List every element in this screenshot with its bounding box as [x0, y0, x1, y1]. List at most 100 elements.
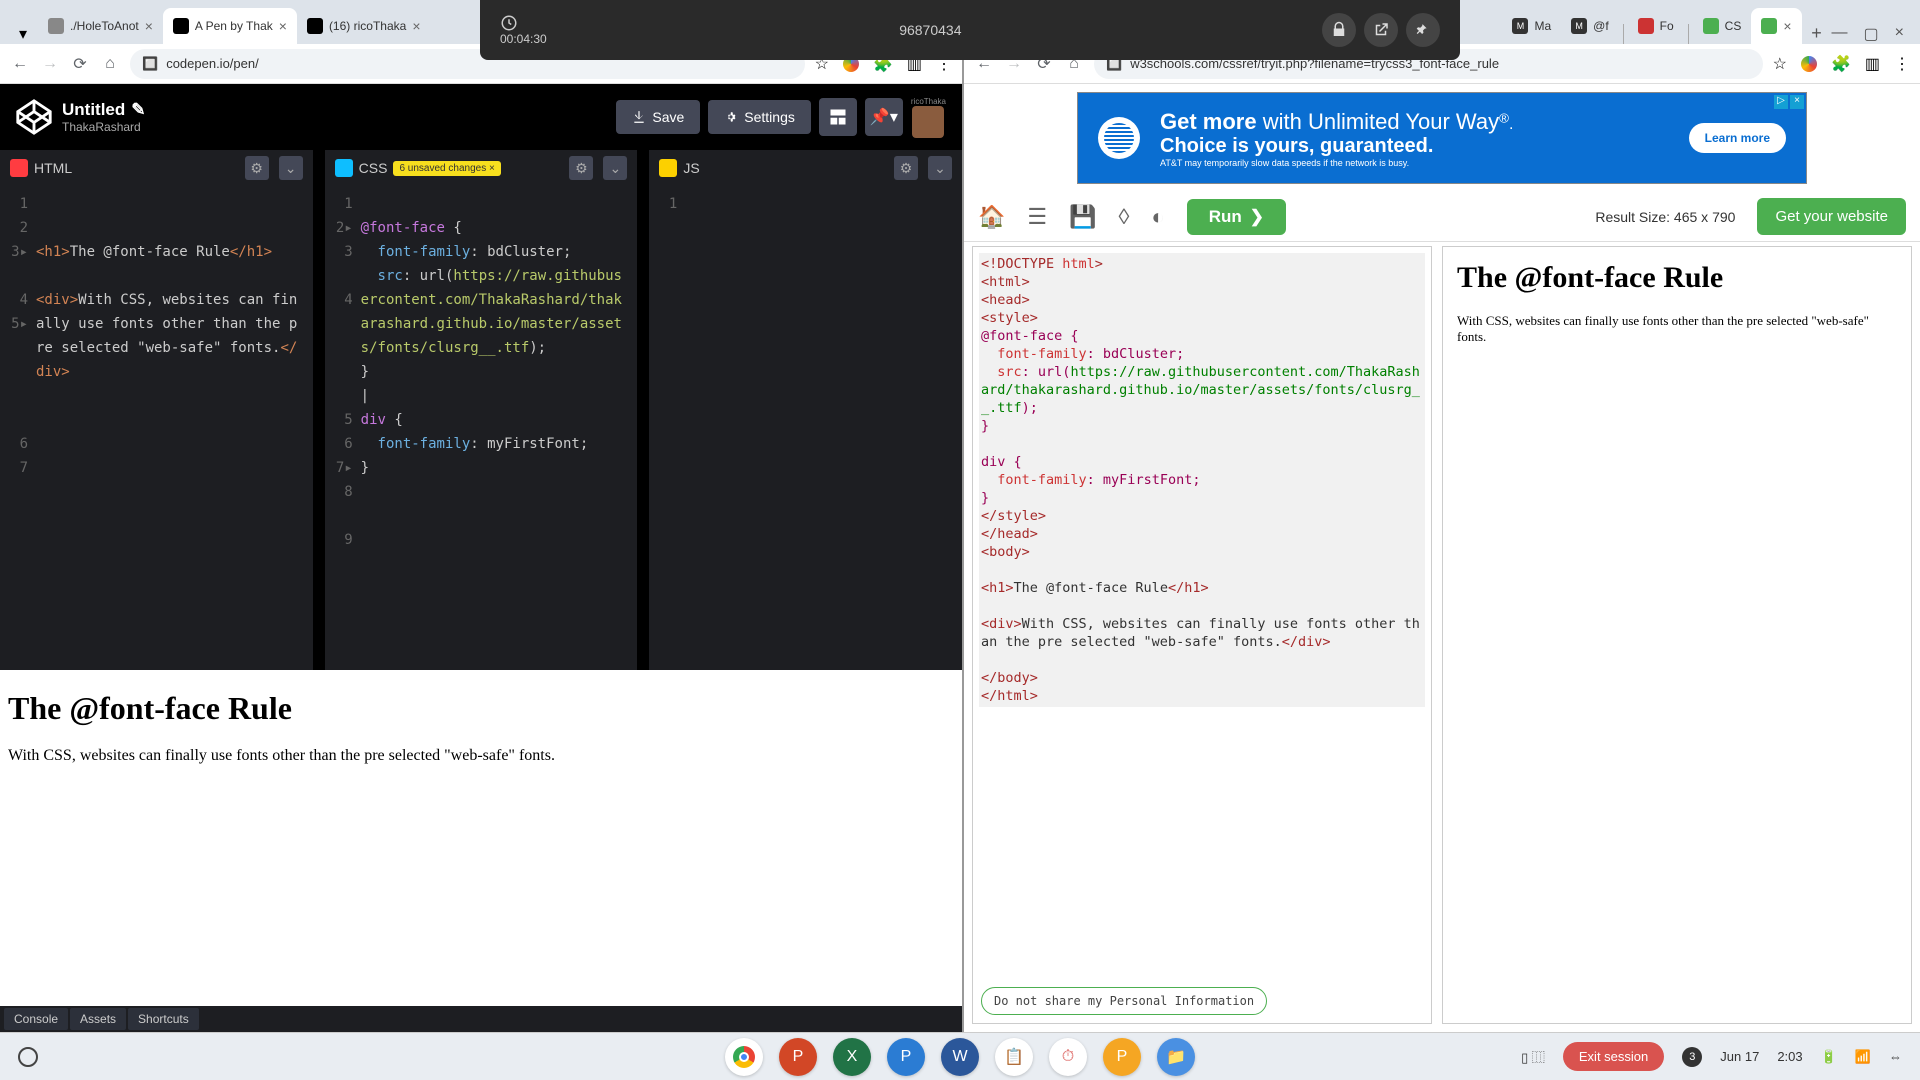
pin-dropdown-button[interactable]: 📌▾ — [865, 98, 903, 136]
preview-heading: The @font-face Rule — [8, 690, 954, 727]
pages-icon[interactable]: ▯ ⿲ — [1521, 1047, 1545, 1066]
excel-icon[interactable]: X — [833, 1038, 871, 1076]
word-icon[interactable]: W — [941, 1038, 979, 1076]
chrome-icon[interactable] — [725, 1038, 763, 1076]
js-code-area[interactable]: 1 — [649, 186, 962, 670]
tab-shortcuts[interactable]: Shortcuts — [128, 1008, 199, 1030]
ad-cta-button[interactable]: Learn more — [1689, 123, 1786, 153]
css-editor: CSS 6 unsaved changes × ⚙ ⌄ 12▸34567▸89 … — [325, 150, 650, 670]
forward-icon[interactable]: → — [40, 54, 60, 74]
save-button[interactable]: Save — [616, 100, 700, 134]
editor-panes: HTML ⚙ ⌄ 123▸45▸67 <h1>The @font-face Ru… — [0, 150, 962, 670]
close-icon[interactable]: × — [1783, 18, 1791, 34]
clock-icon — [500, 14, 518, 32]
privacy-chip[interactable]: Do not share my Personal Information — [981, 987, 1267, 1015]
ad-subhead: Choice is yours, guaranteed. — [1160, 135, 1689, 158]
session-timer: 00:04:30 — [500, 32, 547, 46]
chevron-down-icon[interactable]: ⌄ — [603, 156, 627, 180]
star-icon[interactable]: ☆ — [1773, 54, 1787, 74]
tab-fo[interactable]: Fo — [1628, 8, 1684, 44]
close-icon[interactable]: × — [412, 18, 420, 34]
close-icon[interactable]: × — [279, 18, 287, 34]
new-tab-button[interactable]: + — [1802, 23, 1832, 44]
editor-settings-icon[interactable]: ⚙ — [894, 156, 918, 180]
run-button[interactable]: Run❯ — [1187, 199, 1286, 235]
tab-x[interactable]: (16) ricoThaka× — [297, 8, 431, 44]
date-label: Jun 17 — [1720, 1049, 1759, 1064]
w3-toolbar: 🏠 ☰ 💾 ◊ ◐ Run❯ Result Size: 465 x 790 Ge… — [964, 192, 1920, 242]
url-text: codepen.io/pen/ — [166, 56, 259, 71]
home-icon[interactable]: 🏠 — [978, 204, 1005, 230]
battery-icon[interactable]: 🔋 — [1821, 1049, 1837, 1065]
ad-banner[interactable]: Get more with Unlimited Your Way®. Choic… — [1077, 92, 1807, 184]
chevron-down-icon[interactable]: ⌄ — [928, 156, 952, 180]
user-menu[interactable]: ricoThaka — [911, 97, 946, 138]
close-icon[interactable]: × — [145, 18, 153, 34]
close-window-icon[interactable]: × — [1895, 24, 1904, 44]
expand-icon[interactable]: ⇔ — [1889, 1049, 1902, 1064]
minimize-icon[interactable]: — — [1832, 24, 1848, 44]
maximize-icon[interactable]: ▢ — [1864, 24, 1879, 44]
tab-cs[interactable]: CS — [1693, 8, 1752, 44]
powerpoint-icon[interactable]: P — [779, 1038, 817, 1076]
html-code-area[interactable]: 123▸45▸67 <h1>The @font-face Rule</h1><d… — [0, 186, 313, 670]
ad-headline-bold: Get more — [1160, 109, 1257, 134]
tab-m2[interactable]: M@f — [1561, 8, 1619, 44]
ad-close-icon[interactable]: × — [1790, 95, 1804, 109]
theme-icon[interactable]: ◐ — [1151, 204, 1164, 230]
launcher-button[interactable] — [18, 1047, 38, 1067]
exit-session-button[interactable]: Exit session — [1563, 1042, 1664, 1071]
pen-title: Untitled — [62, 100, 125, 120]
session-id: 96870434 — [547, 22, 1314, 38]
html-editor: HTML ⚙ ⌄ 123▸45▸67 <h1>The @font-face Ru… — [0, 150, 325, 670]
get-website-button[interactable]: Get your website — [1757, 198, 1906, 235]
tab-m1[interactable]: MMa — [1502, 8, 1561, 44]
pin-icon[interactable] — [1406, 13, 1440, 47]
save-icon[interactable]: 💾 — [1069, 204, 1096, 230]
settings-button[interactable]: Settings — [708, 100, 811, 134]
tabs-dropdown[interactable]: ▾ — [8, 24, 38, 44]
pen-author: ThakaRashard — [62, 120, 146, 134]
system-tray: ▯ ⿲ Exit session 3 Jun 17 2:03 🔋 📶 ⇔ — [1521, 1042, 1902, 1071]
clipboard-icon[interactable]: 📋 — [995, 1038, 1033, 1076]
editor-settings-icon[interactable]: ⚙ — [245, 156, 269, 180]
tab-label: @f — [1593, 19, 1609, 33]
export-icon[interactable] — [1364, 13, 1398, 47]
taskbar-apps: P X P W 📋 ⏱ P 📁 — [725, 1038, 1195, 1076]
ext-icon[interactable] — [1801, 56, 1817, 72]
ad-info-icon[interactable]: ▷ — [1774, 95, 1788, 109]
app-p-icon[interactable]: P — [1103, 1038, 1141, 1076]
taskbar: P X P W 📋 ⏱ P 📁 ▯ ⿲ Exit session 3 Jun 1… — [0, 1032, 1920, 1080]
w3-code-editor[interactable]: <!DOCTYPE html> <html> <head> <style> @f… — [972, 246, 1432, 1024]
tab-console[interactable]: Console — [4, 1008, 68, 1030]
notification-count[interactable]: 3 — [1682, 1047, 1702, 1067]
tab-hole[interactable]: ./HoleToAnot× — [38, 8, 163, 44]
layout-button[interactable] — [819, 98, 857, 136]
site-info-icon[interactable]: 🔲 — [142, 56, 158, 72]
extensions-icon[interactable]: 🧩 — [1831, 54, 1851, 74]
back-icon[interactable]: ← — [10, 54, 30, 74]
chevron-down-icon[interactable]: ⌄ — [279, 156, 303, 180]
tab-w3[interactable]: × — [1751, 8, 1801, 44]
tab-codepen[interactable]: A Pen by Thak× — [163, 8, 297, 44]
result-body: With CSS, websites can finally use fonts… — [1457, 313, 1897, 345]
edit-title-icon[interactable]: ✎ — [131, 100, 145, 120]
menu-icon[interactable]: ⋮ — [1894, 54, 1910, 74]
codepen-window: ← → ⟳ ⌂ 🔲codepen.io/pen/ ☆ 🧩 ▥ ⋮ Untitle… — [0, 44, 962, 1032]
files-icon[interactable]: 📁 — [1157, 1038, 1195, 1076]
wifi-icon[interactable]: 📶 — [1855, 1049, 1871, 1065]
lock-icon[interactable] — [1322, 13, 1356, 47]
tab-assets[interactable]: Assets — [70, 1008, 126, 1030]
reload-icon[interactable]: ⟳ — [70, 54, 90, 74]
rotate-icon[interactable]: ◊ — [1119, 204, 1130, 230]
result-size: Result Size: 465 x 790 — [1595, 209, 1735, 225]
css-code-area[interactable]: 12▸34567▸89 @font-face { font-family: bd… — [325, 186, 638, 670]
menu-icon[interactable]: ☰ — [1027, 204, 1047, 230]
tab-label: Ma — [1534, 19, 1551, 33]
publisher-icon[interactable]: P — [887, 1038, 925, 1076]
timer-icon[interactable]: ⏱ — [1049, 1038, 1087, 1076]
panel-icon[interactable]: ▥ — [1865, 54, 1880, 74]
settings-label: Settings — [744, 109, 795, 125]
home-icon[interactable]: ⌂ — [100, 54, 120, 74]
editor-settings-icon[interactable]: ⚙ — [569, 156, 593, 180]
